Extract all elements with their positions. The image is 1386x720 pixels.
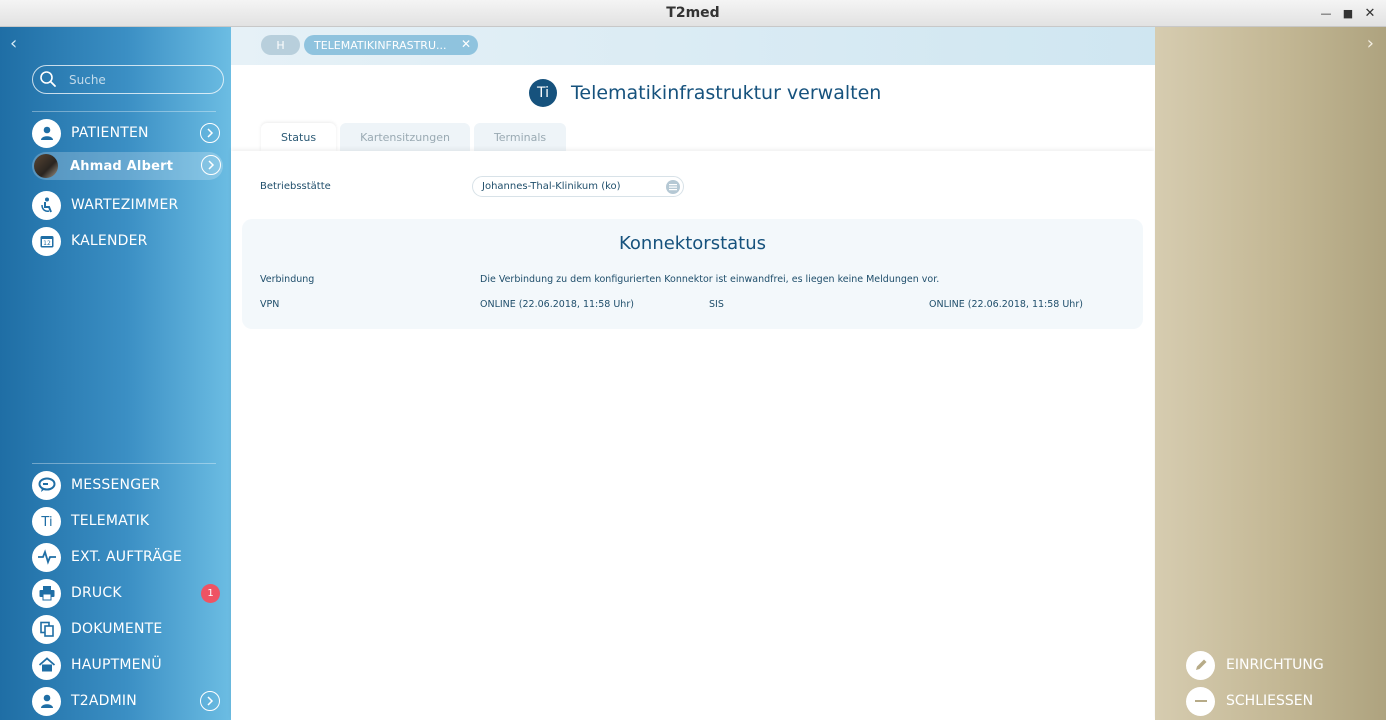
- minimize-button[interactable]: —: [1315, 3, 1337, 23]
- einrichtung-button[interactable]: EINRICHTUNG: [1186, 650, 1324, 680]
- sidebar-divider: [32, 111, 216, 112]
- pulse-icon: [32, 542, 61, 572]
- betriebsstaette-select[interactable]: Johannes-Thal-Klinikum (ko): [472, 176, 684, 197]
- sidebar-item-label: WARTEZIMMER: [71, 197, 179, 213]
- verbindung-label: Verbindung: [260, 274, 315, 285]
- sidebar-item-kalender[interactable]: 12 KALENDER: [32, 226, 222, 256]
- waiting-room-icon: [32, 190, 61, 220]
- sidebar-item-label: DOKUMENTE: [71, 621, 163, 637]
- vpn-value: ONLINE (22.06.2018, 11:58 Uhr): [480, 299, 634, 310]
- home-icon: [32, 650, 61, 680]
- window-title: T2med: [666, 5, 720, 21]
- person-icon: [32, 686, 61, 716]
- main-area: H TELEMATIKINFRASTRU... ✕ Ti Telematikin…: [231, 27, 1155, 720]
- person-icon: [32, 118, 61, 148]
- documents-icon: [32, 614, 61, 644]
- close-window-button[interactable]: ✕: [1359, 3, 1381, 23]
- sidebar-item-label: PATIENTEN: [71, 125, 149, 141]
- sis-label: SIS: [709, 299, 724, 310]
- tab-status[interactable]: Status: [261, 123, 337, 152]
- avatar: [34, 154, 58, 178]
- search-box[interactable]: [32, 65, 224, 94]
- sidebar-item-hauptmenue[interactable]: HAUPTMENÜ: [32, 650, 222, 680]
- view-tabs: Status Kartensitzungen Terminals: [261, 123, 570, 152]
- panel-header: Ti Telematikinfrastruktur verwalten Stat…: [231, 65, 1154, 152]
- document-tabstrip: H TELEMATIKINFRASTRU... ✕: [231, 27, 1155, 65]
- svg-text:12: 12: [43, 240, 51, 247]
- sidebar-divider: [32, 463, 216, 464]
- sidebar-item-telematik[interactable]: Ti TELEMATIK: [32, 506, 222, 536]
- home-tab-chip[interactable]: H: [261, 35, 300, 55]
- ti-icon: Ti: [32, 506, 61, 536]
- chevron-right-icon[interactable]: [201, 155, 221, 175]
- sidebar-item-label: TELEMATIK: [71, 513, 150, 529]
- sidebar-item-t2admin[interactable]: T2ADMIN: [32, 686, 222, 716]
- window-titlebar: T2med — ■ ✕: [0, 0, 1386, 27]
- chevron-right-icon[interactable]: [200, 123, 220, 143]
- vpn-label: VPN: [260, 299, 280, 310]
- page-title: Telematikinfrastruktur verwalten: [571, 82, 882, 104]
- sidebar-item-label: HAUPTMENÜ: [71, 657, 162, 673]
- sidebar-item-ext-auftraege[interactable]: EXT. AUFTRÄGE: [32, 542, 222, 572]
- content-panel: Ti Telematikinfrastruktur verwalten Stat…: [231, 65, 1154, 720]
- close-tab-icon[interactable]: ✕: [461, 37, 471, 51]
- search-icon: [40, 71, 56, 87]
- sidebar-item-label: T2ADMIN: [71, 693, 137, 709]
- notification-badge: 1: [201, 584, 220, 603]
- konnektor-status-title: Konnektorstatus: [618, 233, 766, 254]
- collapse-sidebar-icon[interactable]: ‹: [10, 33, 17, 54]
- sidebar-item-messenger[interactable]: MESSENGER: [32, 470, 222, 500]
- status-tab-body: Betriebsstätte Johannes-Thal-Klinikum (k…: [231, 151, 1154, 720]
- list-icon: [666, 180, 680, 194]
- konnektor-status-box: Konnektorstatus Verbindung Die Verbindun…: [242, 219, 1143, 329]
- printer-icon: [32, 578, 61, 608]
- search-input[interactable]: [69, 71, 219, 89]
- pencil-icon: [1186, 650, 1215, 680]
- left-sidebar: ‹ PATIENTEN Ahmad Albert WARTEZIMMER 12: [0, 27, 231, 720]
- schliessen-label: SCHLIESSEN: [1226, 693, 1314, 709]
- sidebar-item-label: MESSENGER: [71, 477, 161, 493]
- active-tab-label: TELEMATIKINFRASTRU...: [314, 38, 447, 52]
- expand-panel-icon[interactable]: ›: [1367, 33, 1374, 54]
- maximize-button[interactable]: ■: [1337, 3, 1359, 23]
- sidebar-item-patienten[interactable]: PATIENTEN: [32, 118, 222, 148]
- minus-icon: [1186, 686, 1215, 716]
- sidebar-item-dokumente[interactable]: DOKUMENTE: [32, 614, 222, 644]
- sidebar-item-druck[interactable]: DRUCK 1: [32, 578, 222, 608]
- sidebar-item-label: EXT. AUFTRÄGE: [71, 549, 182, 565]
- svg-text:Ti: Ti: [40, 515, 52, 529]
- sidebar-item-label: DRUCK: [71, 585, 122, 601]
- einrichtung-label: EINRICHTUNG: [1226, 657, 1324, 673]
- verbindung-value: Die Verbindung zu dem konfigurierten Kon…: [480, 274, 940, 285]
- betriebsstaette-label: Betriebsstätte: [260, 181, 331, 192]
- chat-icon: [32, 470, 61, 500]
- sidebar-item-wartezimmer[interactable]: WARTEZIMMER: [32, 190, 222, 220]
- patient-name: Ahmad Albert: [70, 158, 174, 174]
- sis-value: ONLINE (22.06.2018, 11:58 Uhr): [929, 299, 1083, 310]
- schliessen-button[interactable]: SCHLIESSEN: [1186, 686, 1313, 716]
- betriebsstaette-value: Johannes-Thal-Klinikum (ko): [482, 181, 621, 192]
- right-panel: › EINRICHTUNG SCHLIESSEN: [1155, 27, 1386, 720]
- sidebar-item-label: KALENDER: [71, 233, 148, 249]
- tab-kartensitzungen[interactable]: Kartensitzungen: [340, 123, 470, 152]
- tab-terminals[interactable]: Terminals: [473, 123, 567, 152]
- sidebar-item-current-patient[interactable]: Ahmad Albert: [32, 152, 223, 180]
- calendar-icon: 12: [32, 226, 61, 256]
- chevron-right-icon[interactable]: [200, 691, 220, 711]
- ti-logo-icon: Ti: [529, 79, 557, 107]
- active-tab-chip[interactable]: TELEMATIKINFRASTRU... ✕: [304, 35, 478, 55]
